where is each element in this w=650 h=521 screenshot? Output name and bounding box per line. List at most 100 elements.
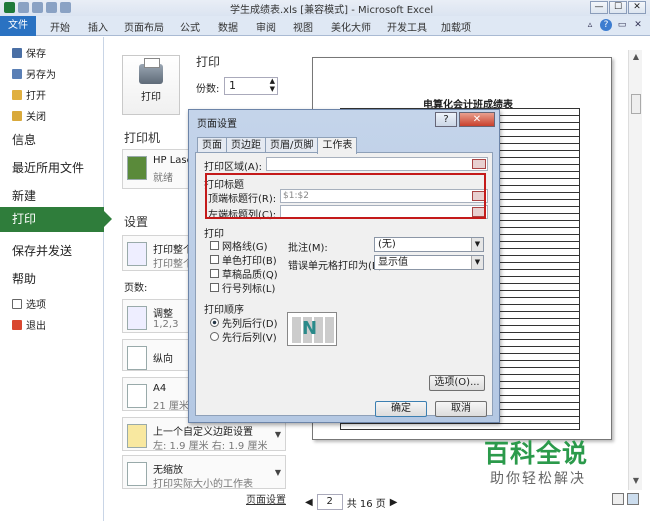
range-picker-icon[interactable]: [472, 159, 486, 169]
undo-icon[interactable]: [32, 2, 43, 13]
dialog-help-button[interactable]: ?: [435, 112, 457, 127]
tab-beautify[interactable]: 美化大师: [331, 19, 371, 34]
chevron-down-icon[interactable]: ▼: [471, 256, 483, 269]
tab-page-layout[interactable]: 页面布局: [124, 19, 164, 34]
folder-open-icon: [12, 89, 22, 100]
margins-label: 上一个自定义边距设置: [153, 427, 253, 438]
cancel-button[interactable]: 取消: [435, 401, 487, 417]
page-number-input[interactable]: 2: [316, 494, 343, 510]
print-area-field[interactable]: [266, 157, 488, 171]
minimize-button[interactable]: —: [590, 1, 608, 14]
sidebar-item-print[interactable]: 打印: [0, 207, 112, 232]
tab-addins[interactable]: 加载项: [441, 19, 471, 34]
chevron-down-icon[interactable]: ▼: [471, 238, 483, 251]
tab-data[interactable]: 数据: [218, 19, 238, 34]
radio-unselected[interactable]: [210, 332, 219, 341]
tab-review[interactable]: 审阅: [256, 19, 276, 34]
scroll-down-icon[interactable]: ▼: [631, 476, 641, 485]
printer-heading: 打印机: [124, 131, 161, 145]
excel-logo-icon: [4, 2, 15, 13]
print-what-label: 打印整个: [153, 245, 193, 256]
dialog-close-button[interactable]: ✕: [459, 112, 495, 127]
tab-header-footer[interactable]: 页眉/页脚: [265, 137, 319, 153]
save-as-icon: [12, 68, 22, 79]
tab-home[interactable]: 开始: [50, 19, 70, 34]
copies-input[interactable]: 1 ▲ ▼: [224, 77, 278, 95]
print-preview-icon[interactable]: [60, 2, 71, 13]
sidebar-item-open[interactable]: 打开: [12, 87, 46, 102]
maximize-button[interactable]: ☐: [609, 1, 627, 14]
checkbox-box[interactable]: [210, 241, 219, 250]
next-page-icon[interactable]: ▶: [390, 497, 398, 508]
watermark-title: 百科全说: [484, 439, 589, 468]
errors-select[interactable]: 显示值 ▼: [374, 255, 484, 270]
checkbox-box[interactable]: [210, 269, 219, 278]
checkbox-box[interactable]: [210, 255, 219, 264]
comments-select[interactable]: (无) ▼: [374, 237, 484, 252]
gridlines-checkbox[interactable]: 网格线(G): [210, 238, 268, 253]
print-heading: 打印: [196, 55, 221, 69]
mono-checkbox[interactable]: 单色打印(B): [210, 252, 277, 267]
window-controls: — ☐ ✕: [590, 1, 646, 14]
sidebar-item-save-as[interactable]: 另存为: [12, 66, 56, 81]
title-bar: 学生成绩表.xls [兼容模式] - Microsoft Excel — ☐ ✕: [0, 0, 650, 16]
preview-scrollbar[interactable]: ▲ ▼: [628, 50, 642, 490]
sidebar-item-options[interactable]: 选项: [12, 296, 46, 311]
sidebar-item-close[interactable]: 关闭: [12, 108, 46, 123]
over-then-down-radio[interactable]: 先行后列(V): [210, 329, 277, 344]
tab-view[interactable]: 视图: [293, 19, 313, 34]
tab-margins[interactable]: 页边距: [226, 137, 266, 153]
scroll-thumb[interactable]: [631, 94, 641, 114]
draft-checkbox[interactable]: 草稿品质(Q): [210, 266, 278, 281]
window-title: 学生成绩表.xls [兼容模式] - Microsoft Excel: [230, 5, 434, 16]
redo-icon[interactable]: [46, 2, 57, 13]
restore-icon[interactable]: ▭: [616, 19, 628, 31]
quick-access-toolbar: [4, 2, 71, 13]
spinner-icon[interactable]: ▲ ▼: [270, 77, 275, 93]
collate-sub: 1,2,3: [153, 319, 179, 330]
tab-sheet[interactable]: 工作表: [317, 137, 358, 154]
tab-formulas[interactable]: 公式: [180, 19, 200, 34]
radio-selected[interactable]: [210, 318, 219, 327]
page-navigator: ◀ 2 共 16 页 ▶: [305, 494, 398, 510]
printer-status: 就绪: [153, 173, 173, 184]
show-margins-icon[interactable]: [612, 493, 624, 505]
checkbox-box[interactable]: [210, 283, 219, 292]
view-controls: [612, 493, 639, 505]
sidebar-item-exit[interactable]: 退出: [12, 317, 46, 332]
sidebar-item-save[interactable]: 保存: [12, 45, 46, 60]
order-label: 打印顺序: [204, 305, 244, 316]
sidebar-item-new[interactable]: 新建: [12, 187, 36, 204]
tab-file[interactable]: 文件: [0, 16, 36, 36]
close-window-button[interactable]: ✕: [628, 1, 646, 14]
scaling-select[interactable]: 无缩放 打印实际大小的工作表 ▼: [122, 455, 286, 490]
save-icon[interactable]: [18, 2, 29, 13]
page-setup-link[interactable]: 页面设置: [246, 491, 286, 506]
close-file-icon: [12, 110, 22, 121]
help-icon[interactable]: ?: [600, 19, 612, 31]
close-workbook-icon[interactable]: ✕: [632, 19, 644, 31]
over-then-down-label: 先行后列(V): [222, 333, 277, 344]
sheet-icon: [127, 242, 147, 266]
prev-page-icon[interactable]: ◀: [305, 497, 313, 508]
sidebar-item-save-send[interactable]: 保存并发送: [12, 242, 72, 259]
down-then-over-radio[interactable]: 先列后行(D): [210, 315, 278, 330]
print-button[interactable]: 打印: [122, 55, 180, 115]
chevron-down-icon: ▼: [274, 430, 281, 439]
ok-button[interactable]: 确定: [375, 401, 427, 417]
margins-icon: [127, 424, 147, 448]
copies-value: 1: [229, 79, 236, 92]
collapse-ribbon-icon[interactable]: ▵: [584, 19, 596, 31]
row-col-headings-checkbox[interactable]: 行号列标(L): [210, 280, 275, 295]
tab-page[interactable]: 页面: [197, 137, 227, 153]
sidebar-item-recent[interactable]: 最近所用文件: [12, 159, 84, 176]
options-icon: [12, 298, 22, 309]
zoom-to-page-icon[interactable]: [627, 493, 639, 505]
tab-developer[interactable]: 开发工具: [387, 19, 427, 34]
scroll-up-icon[interactable]: ▲: [631, 52, 641, 61]
sidebar-item-help[interactable]: 帮助: [12, 270, 36, 287]
tab-insert[interactable]: 插入: [88, 19, 108, 34]
sidebar-item-info[interactable]: 信息: [12, 131, 36, 148]
orientation-label: 纵向: [153, 354, 173, 365]
options-button[interactable]: 选项(O)...: [429, 375, 485, 391]
